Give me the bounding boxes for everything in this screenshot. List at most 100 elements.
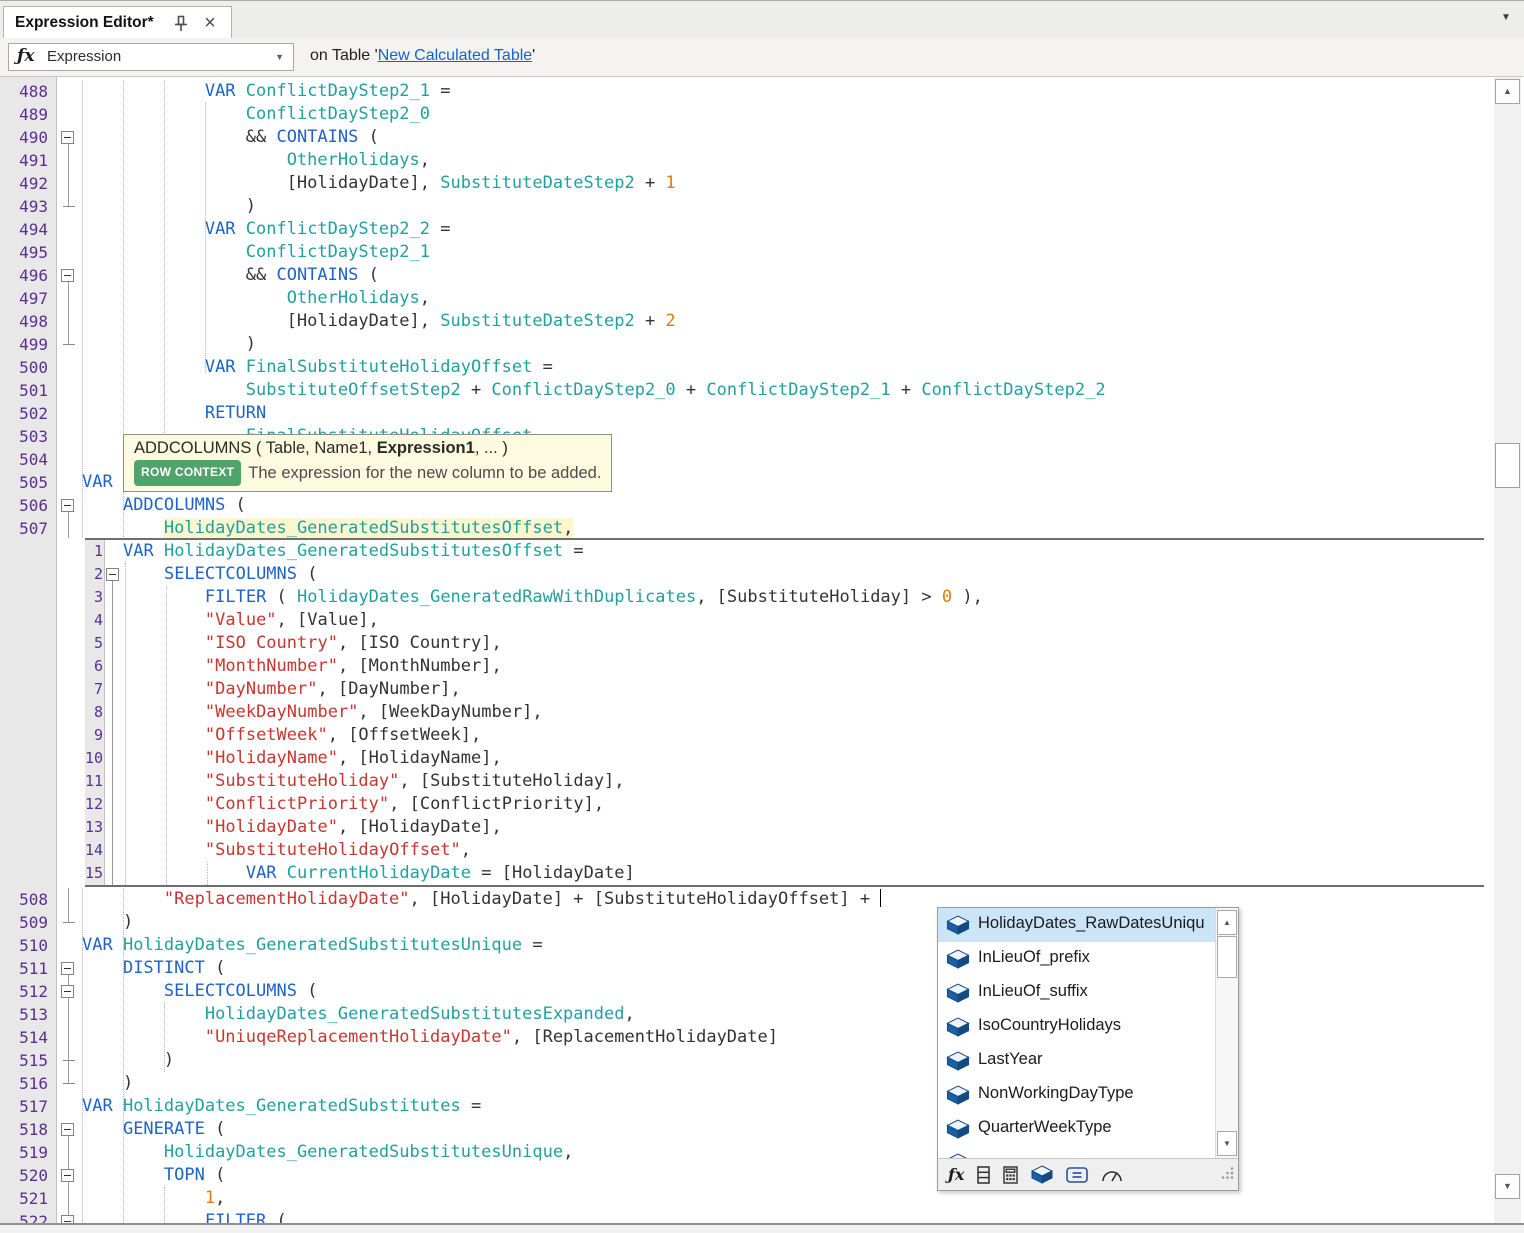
- calculator-filter-icon[interactable]: [1003, 1166, 1018, 1184]
- table-link[interactable]: New Calculated Table: [378, 47, 532, 64]
- code-line[interactable]: 521 1,: [0, 1187, 1494, 1210]
- code-line[interactable]: 513 HolidayDates_GeneratedSubstitutesExp…: [0, 1003, 1494, 1026]
- chevron-down-icon: ▼: [275, 52, 284, 62]
- code-line[interactable]: 495 ConflictDayStep2_1: [0, 241, 1494, 264]
- fold-collapse-icon[interactable]: [106, 568, 119, 581]
- pane-menu-caret-icon[interactable]: ▼: [1501, 12, 1511, 23]
- code-line[interactable]: 7 "DayNumber", [DayNumber],: [85, 678, 1482, 701]
- peek-editor[interactable]: 1VAR HolidayDates_GeneratedSubstitutesOf…: [85, 538, 1484, 887]
- line-number: 493: [0, 195, 48, 218]
- code-line[interactable]: 493 ): [0, 195, 1494, 218]
- function-filter-icon[interactable]: ƒx: [948, 1165, 964, 1184]
- fold-collapse-icon[interactable]: [61, 1169, 74, 1182]
- autocomplete-item[interactable]: LastYear: [938, 1044, 1238, 1078]
- line-number: 514: [0, 1026, 48, 1049]
- line-number: 498: [0, 310, 48, 333]
- line-number: 500: [0, 356, 48, 379]
- code-line[interactable]: 1VAR HolidayDates_GeneratedSubstitutesOf…: [85, 540, 1482, 563]
- code-line[interactable]: 4 "Value", [Value],: [85, 609, 1482, 632]
- code-line[interactable]: 488 VAR ConflictDayStep2_1 =: [0, 80, 1494, 103]
- code-line[interactable]: 14 "SubstituteHolidayOffset",: [85, 839, 1482, 862]
- fold-collapse-icon[interactable]: [61, 1215, 74, 1223]
- line-number: 520: [0, 1164, 48, 1187]
- expression-selector-combobox[interactable]: ƒx Expression ▼: [8, 43, 294, 71]
- code-line[interactable]: 518 GENERATE (: [0, 1118, 1494, 1141]
- table-filter-icon[interactable]: [1031, 1165, 1053, 1184]
- line-number: 499: [0, 333, 48, 356]
- code-line[interactable]: 516 ): [0, 1072, 1494, 1095]
- code-line[interactable]: 490 && CONTAINS (: [0, 126, 1494, 149]
- code-line[interactable]: 3 FILTER ( HolidayDates_GeneratedRawWith…: [85, 586, 1482, 609]
- autocomplete-item[interactable]: NonWorkingDayType: [938, 1078, 1238, 1112]
- autocomplete-item[interactable]: IsoCountryHolidays: [938, 1010, 1238, 1044]
- code-line[interactable]: 497 OtherHolidays,: [0, 287, 1494, 310]
- code-line[interactable]: 508 "ReplacementHolidayDate", [HolidayDa…: [0, 888, 1494, 911]
- scrollbar-thumb[interactable]: [1217, 936, 1237, 978]
- fold-collapse-icon[interactable]: [61, 131, 74, 144]
- code-line[interactable]: 509 ): [0, 911, 1494, 934]
- code-line[interactable]: 6 "MonthNumber", [MonthNumber],: [85, 655, 1482, 678]
- code-line[interactable]: 5 "ISO Country", [ISO Country],: [85, 632, 1482, 655]
- scroll-down-arrow-icon[interactable]: ▼: [1495, 1174, 1520, 1199]
- scroll-up-arrow-icon[interactable]: ▲: [1217, 910, 1237, 935]
- column-filter-icon[interactable]: [977, 1166, 990, 1184]
- code-line[interactable]: 502 RETURN: [0, 402, 1494, 425]
- code-line[interactable]: 506 ADDCOLUMNS (: [0, 494, 1494, 517]
- code-line[interactable]: 512 SELECTCOLUMNS (: [0, 980, 1494, 1003]
- autocomplete-item[interactable]: InLieuOf_prefix: [938, 942, 1238, 976]
- kpi-filter-icon[interactable]: [1101, 1167, 1123, 1183]
- fold-collapse-icon[interactable]: [61, 1123, 74, 1136]
- autocomplete-item[interactable]: QuarterWeekType: [938, 1112, 1238, 1146]
- code-line[interactable]: 492 [HolidayDate], SubstituteDateStep2 +…: [0, 172, 1494, 195]
- editor-vertical-scrollbar[interactable]: ▲ ▼: [1494, 77, 1521, 1223]
- code-line[interactable]: 510VAR HolidayDates_GeneratedSubstitutes…: [0, 934, 1494, 957]
- line-number: 502: [0, 402, 48, 425]
- fold-collapse-icon[interactable]: [61, 499, 74, 512]
- code-line[interactable]: 511 DISTINCT (: [0, 957, 1494, 980]
- resize-grip-icon[interactable]: [1220, 1166, 1234, 1185]
- table-icon: [946, 1017, 970, 1042]
- code-line[interactable]: 10 "HolidayName", [HolidayName],: [85, 747, 1482, 770]
- close-icon[interactable]: ×: [198, 10, 222, 36]
- scrollbar-thumb[interactable]: [1495, 443, 1520, 488]
- code-line[interactable]: 491 OtherHolidays,: [0, 149, 1494, 172]
- code-line[interactable]: 2 SELECTCOLUMNS (: [85, 563, 1482, 586]
- code-line[interactable]: 494 VAR ConflictDayStep2_2 =: [0, 218, 1494, 241]
- expression-editor-tab[interactable]: Expression Editor* ×: [3, 6, 232, 39]
- autocomplete-item-label: LastYear: [978, 1050, 1043, 1069]
- line-number: 497: [0, 287, 48, 310]
- code-line[interactable]: 15 VAR CurrentHolidayDate = [HolidayDate…: [85, 862, 1482, 885]
- fold-collapse-icon[interactable]: [61, 962, 74, 975]
- code-line[interactable]: 519 HolidayDates_GeneratedSubstitutesUni…: [0, 1141, 1494, 1164]
- code-line[interactable]: 13 "HolidayDate", [HolidayDate],: [85, 816, 1482, 839]
- code-line[interactable]: 489 ConflictDayStep2_0: [0, 103, 1494, 126]
- scroll-down-arrow-icon[interactable]: ▼: [1217, 1131, 1237, 1156]
- keyword-filter-icon[interactable]: [1066, 1167, 1088, 1183]
- code-line[interactable]: 498 [HolidayDate], SubstituteDateStep2 +…: [0, 310, 1494, 333]
- dax-code-editor[interactable]: 488 VAR ConflictDayStep2_1 =489 Conflict…: [0, 77, 1524, 1223]
- code-line[interactable]: 500 VAR FinalSubstituteHolidayOffset =: [0, 356, 1494, 379]
- code-line[interactable]: 517VAR HolidayDates_GeneratedSubstitutes…: [0, 1095, 1494, 1118]
- autocomplete-scrollbar[interactable]: ▲ ▼: [1215, 908, 1238, 1159]
- code-line[interactable]: 515 ): [0, 1049, 1494, 1072]
- code-line[interactable]: 12 "ConflictPriority", [ConflictPriority…: [85, 793, 1482, 816]
- fold-collapse-icon[interactable]: [61, 985, 74, 998]
- code-line[interactable]: 499 ): [0, 333, 1494, 356]
- code-line[interactable]: 496 && CONTAINS (: [0, 264, 1494, 287]
- code-line[interactable]: 520 TOPN (: [0, 1164, 1494, 1187]
- code-line[interactable]: 514 "UniuqeReplacementHolidayDate", [Rep…: [0, 1026, 1494, 1049]
- scroll-up-arrow-icon[interactable]: ▲: [1495, 79, 1520, 104]
- fold-collapse-icon[interactable]: [61, 269, 74, 282]
- code-line[interactable]: 9 "OffsetWeek", [OffsetWeek],: [85, 724, 1482, 747]
- code-text: GENERATE (: [82, 1118, 225, 1141]
- code-line[interactable]: 11 "SubstituteHoliday", [SubstituteHolid…: [85, 770, 1482, 793]
- code-line[interactable]: 8 "WeekDayNumber", [WeekDayNumber],: [85, 701, 1482, 724]
- autocomplete-item[interactable]: InLieuOf_suffix: [938, 976, 1238, 1010]
- code-line[interactable]: 501 SubstituteOffsetStep2 + ConflictDayS…: [0, 379, 1494, 402]
- pin-icon[interactable]: [171, 14, 191, 34]
- code-line[interactable]: 522 FILTER (: [0, 1210, 1494, 1223]
- autocomplete-list[interactable]: HolidayDates_RawDatesUniquInLieuOf_prefi…: [938, 908, 1238, 1159]
- code-line[interactable]: 507 HolidayDates_GeneratedSubstitutesOff…: [0, 517, 1494, 540]
- code-text: ): [82, 911, 133, 934]
- autocomplete-item[interactable]: HolidayDates_RawDatesUniqu: [938, 908, 1238, 942]
